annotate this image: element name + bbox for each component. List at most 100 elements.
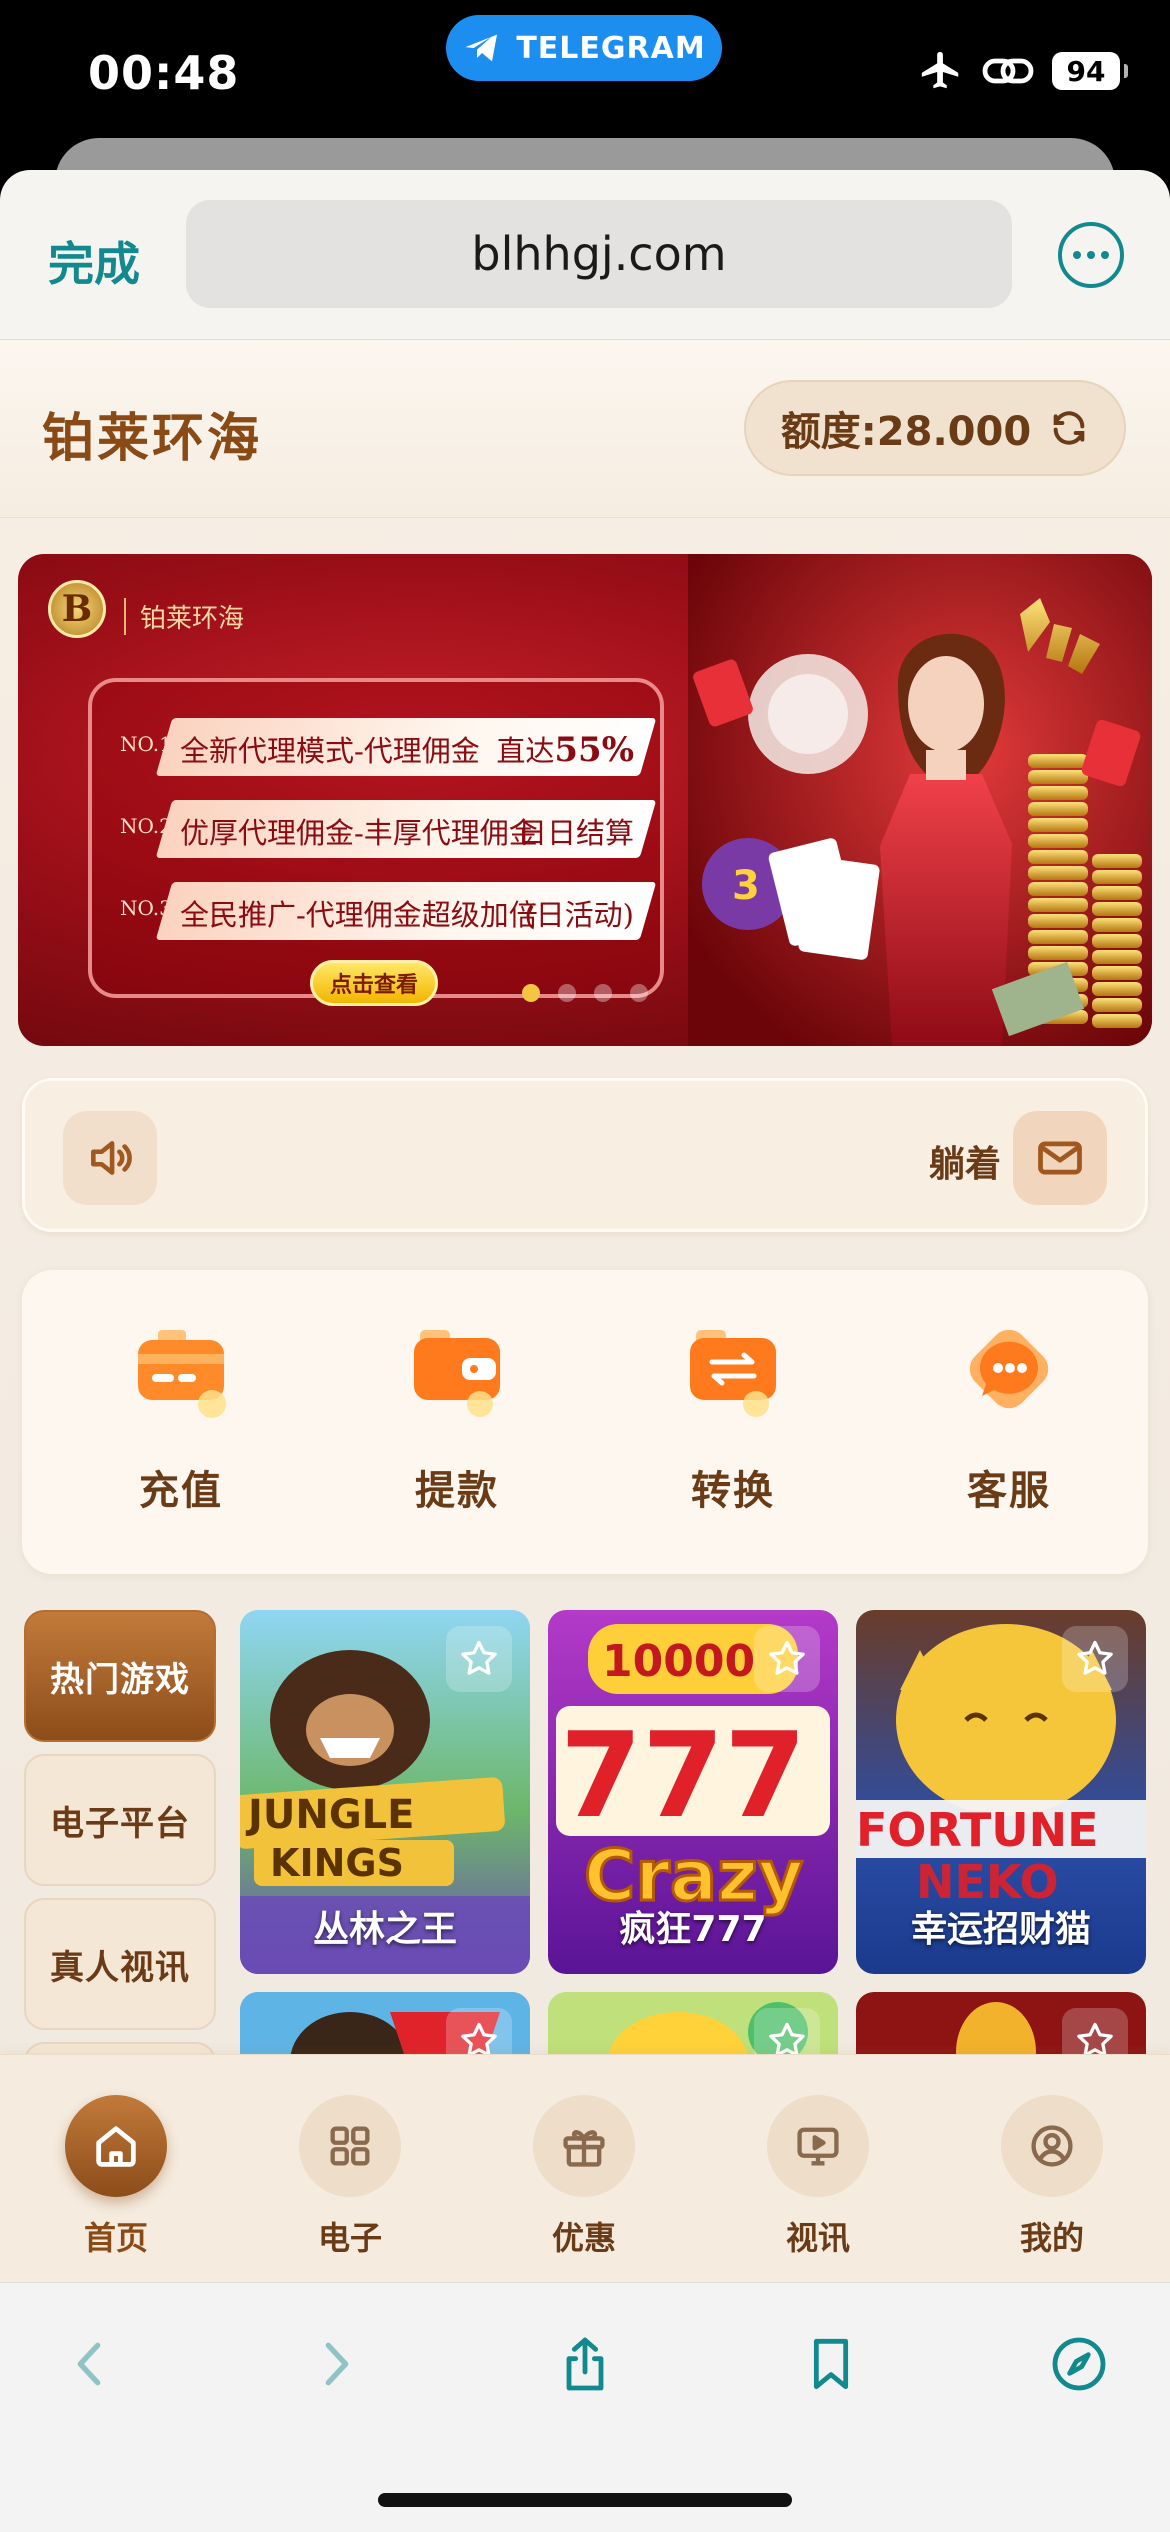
site-header: 铂莱环海 额度:28.000 (0, 340, 1170, 518)
transfer-button[interactable]: 转换 (643, 1330, 823, 1516)
favorite-button[interactable] (754, 1626, 820, 1692)
category-live[interactable]: 真人视讯 (24, 1898, 216, 2030)
svg-text:FORTUNE: FORTUNE (856, 1803, 1099, 1857)
carousel-dot[interactable] (594, 984, 612, 1002)
star-icon (1077, 1640, 1113, 1675)
promo-text: 全新代理模式-代理佣金 (180, 734, 480, 768)
url-bar[interactable]: blhhgj.com (186, 200, 1012, 308)
favorite-button[interactable] (1062, 2008, 1128, 2055)
favorite-button[interactable] (1062, 1626, 1128, 1692)
promo-text: 优厚代理佣金-丰厚代理佣金 (180, 816, 538, 850)
carousel-dot[interactable] (522, 984, 540, 1002)
game-card[interactable] (856, 1992, 1146, 2055)
promo-row: NO.2 优厚代理佣金-丰厚代理佣金 日日结算 (120, 800, 660, 858)
category-slots[interactable]: 电子平台 (24, 1754, 216, 1886)
promo-box: NO.1 全新代理模式-代理佣金 直达55% NO.2 优厚代理佣金-丰厚代理佣… (88, 678, 664, 998)
svg-text:10000: 10000 (602, 1636, 755, 1687)
telegram-label: TELEGRAM (516, 30, 706, 66)
favorite-button[interactable] (446, 1626, 512, 1692)
browser-toolbar (0, 2282, 1170, 2532)
star-icon (461, 1640, 497, 1675)
monitor-play-icon (767, 2095, 869, 2197)
withdraw-button[interactable]: 提款 (367, 1330, 547, 1516)
share-button[interactable] (540, 2319, 630, 2409)
chevron-right-icon (325, 2342, 349, 2386)
recharge-label: 充值 (139, 1468, 223, 1514)
banner-brand: 铂莱环海 (124, 598, 244, 635)
star-icon (1077, 2022, 1113, 2055)
announcement-marquee[interactable]: 躺着 (22, 1078, 1148, 1232)
marquee-text: 躺着 (929, 1144, 1002, 1185)
game-card-fortune-neko[interactable]: FORTUNE NEKO 幸运招财猫 (856, 1610, 1146, 1974)
game-card[interactable] (240, 1992, 530, 2055)
grid-icon (299, 2095, 401, 2197)
home-icon (65, 2095, 167, 2197)
svg-text:KINGS: KINGS (270, 1841, 404, 1885)
carousel-dot[interactable] (558, 984, 576, 1002)
game-title: 丛林之王 (312, 1909, 457, 1950)
telegram-icon (465, 34, 498, 62)
speaker-button[interactable] (63, 1111, 157, 1205)
tab-profile[interactable]: 我的 (972, 2095, 1132, 2259)
status-bar: 00:48 TELEGRAM 94 (0, 0, 1170, 150)
game-card-jungle-kings[interactable]: JUNGLE KINGS 丛林之王 (240, 1610, 530, 1974)
favorite-button[interactable] (446, 2008, 512, 2055)
telegram-pill[interactable]: TELEGRAM (446, 15, 722, 81)
tab-slots[interactable]: 电子 (270, 2095, 430, 2259)
tab-promotions[interactable]: 优惠 (504, 2095, 664, 2259)
mail-icon (1038, 1141, 1082, 1175)
battery-indicator: 94 (1052, 52, 1128, 90)
game-category-list: 热门游戏 电子平台 真人视讯 (24, 1610, 216, 2055)
status-time: 00:48 (88, 46, 240, 100)
mail-button[interactable] (1013, 1111, 1107, 1205)
promo-banner[interactable]: B 铂莱环海 NO.1 全新代理模式-代理佣金 直达55% NO.2 优厚代理佣… (18, 554, 1152, 1046)
carousel-dots[interactable] (522, 984, 648, 1002)
done-button[interactable]: 完成 (48, 228, 140, 294)
forward-button[interactable] (290, 2319, 380, 2409)
home-indicator (378, 2493, 792, 2507)
favorite-button[interactable] (754, 2008, 820, 2055)
svg-text:JUNGLE: JUNGLE (245, 1792, 414, 1838)
back-button[interactable] (46, 2319, 136, 2409)
game-title: 幸运招财猫 (910, 1909, 1091, 1950)
quick-actions: 充值 提款 转换 客服 (22, 1270, 1148, 1574)
casino-model-illustration: 3 (688, 554, 1152, 1046)
share-icon (566, 2337, 604, 2391)
svg-text:777: 777 (560, 1706, 806, 1844)
bookmark-icon (813, 2338, 849, 2390)
category-hot-games[interactable]: 热门游戏 (24, 1610, 216, 1742)
star-icon (769, 2022, 805, 2055)
customer-service-icon (962, 1329, 1056, 1424)
speaker-icon (91, 1141, 132, 1175)
tab-home[interactable]: 首页 (36, 2095, 196, 2259)
gift-icon (533, 2095, 635, 2197)
site-name: 铂莱环海 (42, 409, 263, 469)
tab-live[interactable]: 视讯 (738, 2095, 898, 2259)
status-icons: 94 (918, 48, 1128, 94)
bookmarks-button[interactable] (786, 2319, 876, 2409)
game-card[interactable] (548, 1992, 838, 2055)
customer-service-label: 客服 (967, 1468, 1051, 1514)
tab-label: 首页 (83, 2219, 148, 2257)
wallet-icon (410, 1330, 504, 1424)
promo-row: NO.3 全民推广-代理佣金超级加倍 (日活动) (120, 882, 660, 940)
transfer-icon (686, 1330, 780, 1424)
promo-cta-button[interactable]: 点击查看 (310, 960, 438, 1006)
bottom-tab-bar: 首页 电子 优惠 视讯 我的 (0, 2054, 1170, 2282)
star-icon (769, 1640, 805, 1675)
game-card-crazy-777[interactable]: 10000 777 Crazy 疯狂777 (548, 1610, 838, 1974)
refresh-icon[interactable] (1049, 408, 1089, 448)
recharge-button[interactable]: 充值 (91, 1330, 271, 1516)
balance-pill[interactable]: 额度:28.000 (744, 380, 1126, 476)
user-icon (1001, 2095, 1103, 2197)
compass-button[interactable] (1034, 2319, 1124, 2409)
carousel-dot[interactable] (630, 984, 648, 1002)
customer-service-button[interactable]: 客服 (919, 1329, 1099, 1516)
compass-icon (1052, 2337, 1106, 2391)
svg-text:3: 3 (732, 863, 760, 909)
promo-text: 全民推广-代理佣金超级加倍 (180, 898, 538, 932)
browser-header: 完成 blhhgj.com (0, 170, 1170, 340)
star-icon (461, 2022, 497, 2055)
banner-logo: B (48, 580, 106, 638)
more-options-button[interactable] (1058, 222, 1124, 288)
